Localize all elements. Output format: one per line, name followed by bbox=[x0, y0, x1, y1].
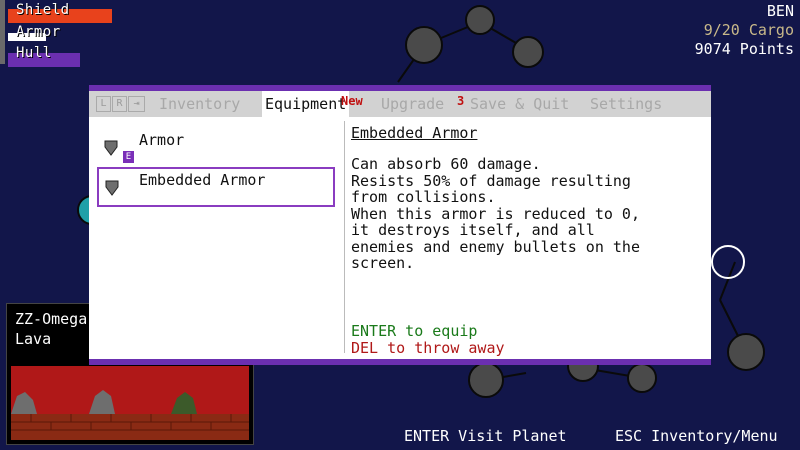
visit-planet-hint[interactable]: ENTER Visit Planet bbox=[404, 427, 567, 445]
player-info: BEN 9/20 Cargo 9074 Points bbox=[695, 2, 794, 59]
upgrade-count-badge: 3 bbox=[457, 94, 465, 108]
description-line: screen. bbox=[351, 254, 415, 272]
inventory-modal: L R ⇥ Inventory Equipment Upgrade Save &… bbox=[89, 85, 711, 365]
next-tab-key-icon[interactable]: R bbox=[112, 96, 127, 112]
description-line: Resists 50% of damage resulting bbox=[351, 171, 631, 190]
star-node bbox=[627, 363, 657, 393]
tab-equipment[interactable]: Equipment bbox=[262, 91, 350, 117]
shield-icon bbox=[105, 180, 119, 196]
hud-edge bbox=[0, 0, 5, 64]
tab-inventory[interactable]: Inventory bbox=[159, 91, 240, 117]
description-line: Can absorb 60 damage. bbox=[351, 155, 541, 173]
planet-name: ZZ-Omega bbox=[15, 310, 88, 328]
hull-label: Hull bbox=[16, 45, 52, 61]
item-embedded-armor: Embedded Armor bbox=[139, 171, 266, 189]
description-line: When this armor is reduced to 0, bbox=[351, 204, 640, 223]
inventory-menu-hint[interactable]: ESC Inventory/Menu bbox=[615, 427, 778, 445]
equip-action[interactable]: ENTER to equip bbox=[351, 322, 477, 340]
modal-bottom-border bbox=[89, 359, 711, 365]
description-line: enemies and enemy bullets on the bbox=[351, 237, 640, 256]
star-node bbox=[405, 26, 443, 64]
new-badge: New bbox=[341, 94, 363, 108]
panel-divider bbox=[344, 121, 345, 353]
shield-icon bbox=[104, 140, 118, 156]
description-line: it destroys itself, and all bbox=[351, 221, 595, 239]
planet-preview bbox=[11, 366, 249, 440]
throw-away-action[interactable]: DEL to throw away bbox=[351, 339, 505, 357]
item-description: Can absorb 60 damage. Resists 50% of dam… bbox=[351, 156, 691, 272]
armor-label: Armor bbox=[16, 24, 61, 40]
star-node bbox=[727, 333, 765, 371]
points-count: 9074 Points bbox=[694, 40, 794, 58]
prev-tab-key-icon[interactable]: L bbox=[96, 96, 111, 112]
lava-landscape bbox=[11, 366, 249, 440]
tab-upgrade[interactable]: Upgrade bbox=[381, 91, 444, 117]
shield-label: Shield bbox=[16, 2, 70, 18]
planet-type: Lava bbox=[15, 330, 52, 348]
tab-settings[interactable]: Settings bbox=[590, 91, 662, 117]
description-line: from collisions. bbox=[351, 188, 496, 206]
tab-save-quit[interactable]: Save & Quit bbox=[470, 91, 569, 117]
star-node bbox=[512, 36, 544, 68]
cargo-count: 9/20 Cargo bbox=[703, 21, 794, 39]
star-node bbox=[468, 362, 504, 398]
star-node bbox=[465, 5, 495, 35]
player-name: BEN bbox=[766, 2, 794, 20]
item-armor: Armor bbox=[139, 131, 185, 149]
current-location-ring bbox=[711, 245, 745, 279]
equipped-badge: E bbox=[123, 151, 134, 163]
item-detail-title: Embedded Armor bbox=[351, 124, 478, 142]
tab-key-icon[interactable]: ⇥ bbox=[128, 96, 145, 112]
